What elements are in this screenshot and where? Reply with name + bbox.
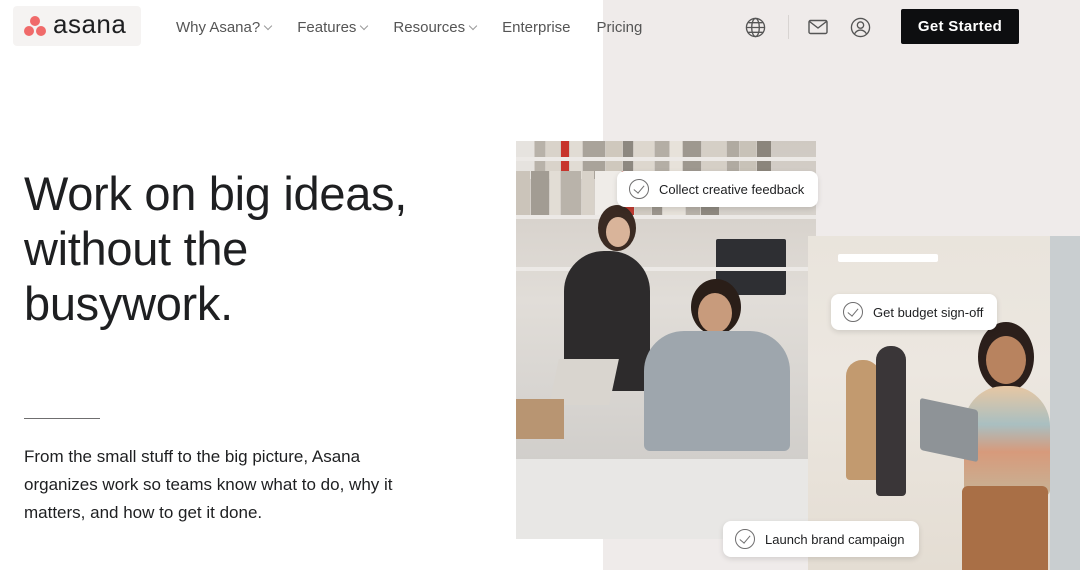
task-pill[interactable]: Collect creative feedback	[617, 171, 819, 207]
nav-item-why-asana[interactable]: Why Asana?	[176, 18, 273, 36]
asana-logo-icon	[23, 15, 47, 37]
nav-label: Pricing	[596, 18, 643, 36]
hero-title: Work on big ideas, without the busywork.	[24, 166, 504, 331]
hero-subtitle: From the small stuff to the big picture,…	[24, 447, 393, 522]
nav-label: Why Asana?	[176, 18, 261, 36]
nav-item-features[interactable]: Features	[297, 18, 369, 36]
hero-title-line: busywork.	[24, 277, 233, 330]
background-person	[876, 346, 906, 496]
shelf	[516, 215, 816, 219]
hero-divider	[24, 418, 100, 419]
asana-logo[interactable]: asana	[13, 6, 141, 46]
person-legs	[962, 486, 1048, 570]
nav-item-enterprise[interactable]: Enterprise	[502, 19, 570, 36]
nav-label: Enterprise	[502, 18, 571, 36]
header-divider	[788, 15, 789, 39]
chevron-down-icon	[263, 21, 273, 30]
task-label: Get budget sign-off	[873, 304, 984, 320]
shelf	[516, 157, 816, 161]
chevron-down-icon	[468, 21, 478, 30]
task-label: Collect creative feedback	[659, 181, 805, 197]
studio-photo	[808, 236, 1080, 570]
hero-title-line: without the	[24, 222, 249, 275]
shelf	[516, 267, 816, 271]
person-face	[698, 293, 732, 333]
nav-label: Features	[297, 18, 357, 36]
background-person	[846, 360, 880, 480]
person-face	[606, 217, 630, 247]
ceiling-light	[838, 254, 938, 262]
get-started-button[interactable]: Get Started	[901, 9, 1019, 44]
hero-title-line: Work on big ideas,	[24, 167, 407, 220]
person-face	[986, 336, 1026, 384]
mail-icon[interactable]	[807, 16, 829, 38]
task-label: Launch brand campaign	[765, 531, 905, 547]
check-circle-icon	[735, 529, 755, 549]
nav-item-pricing[interactable]: Pricing	[597, 19, 643, 36]
nav-label: Resources	[393, 18, 466, 36]
chevron-down-icon	[360, 21, 369, 30]
task-pill[interactable]: Launch brand campaign	[723, 521, 919, 557]
box	[516, 399, 564, 439]
check-circle-icon	[629, 179, 649, 199]
task-pill[interactable]: Get budget sign-off	[831, 294, 998, 330]
main-nav: Why Asana? Features Resources Enterprise…	[176, 0, 668, 54]
logo-wordmark: asana	[53, 8, 127, 39]
globe-icon[interactable]	[744, 16, 766, 38]
laptop	[920, 397, 978, 463]
nav-item-resources[interactable]: Resources	[393, 18, 478, 36]
person-body	[644, 331, 790, 451]
user-icon[interactable]	[849, 16, 871, 38]
site-header: asana Why Asana? Features Resources Ente…	[0, 0, 1080, 54]
column	[1050, 236, 1080, 570]
check-circle-icon	[843, 302, 863, 322]
